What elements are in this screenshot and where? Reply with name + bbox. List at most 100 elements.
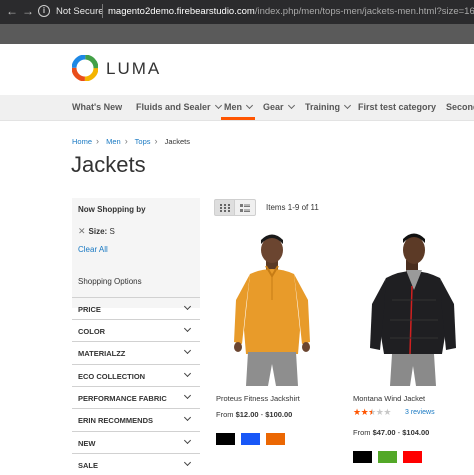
product-name[interactable]: Montana Wind Jacket: [353, 394, 425, 403]
swatch-black[interactable]: [216, 433, 235, 445]
chevron-right-icon: ›: [124, 136, 128, 146]
filter-option-label: COLOR: [78, 327, 106, 336]
now-shopping-panel: Now Shopping by ✕ Size: S Clear All Shopp…: [72, 198, 200, 308]
filter-option-label: PRICE: [78, 305, 101, 314]
product-name[interactable]: Proteus Fitness Jackshirt: [216, 394, 300, 403]
filter-eco-collection[interactable]: ECO COLLECTION: [72, 364, 200, 386]
nav-label: First test category: [358, 102, 437, 112]
nav-label: Men: [224, 102, 242, 112]
now-shopping-title: Now Shopping by: [78, 205, 146, 214]
filter-option-label: ERIN RECOMMENDS: [78, 416, 154, 425]
filter-option-label: SALE: [78, 461, 99, 470]
url-text[interactable]: magento2demo.firebearstudio.com/index.ph…: [108, 6, 474, 17]
rating-stars: ★★★★★: [353, 407, 391, 418]
chevron-down-icon: [183, 324, 192, 333]
product-price: From $47.00 - $104.00: [353, 428, 429, 437]
price-separator: -: [260, 410, 264, 419]
breadcrumb: Home › Men › Tops › Jackets: [72, 136, 194, 146]
nav-label: Training: [305, 102, 341, 112]
filter-color[interactable]: COLOR: [72, 319, 200, 341]
back-arrow-icon[interactable]: ←: [6, 4, 18, 18]
browser-toolbar-strip: [0, 24, 474, 44]
nav-item-gear[interactable]: Gear: [263, 101, 295, 112]
security-label: Not Secure: [56, 6, 104, 17]
remove-filter-icon[interactable]: ✕: [78, 226, 86, 236]
reviews-link[interactable]: 3 reviews: [405, 409, 435, 416]
clear-all-link[interactable]: Clear All: [78, 245, 108, 254]
chevron-down-icon: [183, 302, 192, 311]
star-icon: ★: [383, 407, 391, 417]
breadcrumb-men[interactable]: Men: [106, 137, 121, 146]
star-icon: ★: [353, 407, 361, 417]
list-icon: [240, 204, 250, 212]
swatch-black[interactable]: [353, 451, 372, 463]
swatch-blue[interactable]: [241, 433, 260, 445]
price-from: $47.00: [372, 428, 396, 437]
filter-value: S: [109, 227, 115, 236]
chevron-down-icon: [183, 369, 192, 378]
nav-label: Gear: [263, 102, 284, 112]
chevron-down-icon: [183, 391, 192, 400]
list-view-button[interactable]: [235, 199, 256, 216]
nav-item-fluids-and-sealer[interactable]: Fluids and Sealer: [136, 101, 222, 112]
filter-name: Size:: [88, 227, 108, 236]
chevron-down-icon: [343, 101, 352, 110]
price-to: $104.00: [402, 428, 430, 437]
price-to: $100.00: [265, 410, 293, 419]
filter-option-label: NEW: [78, 439, 96, 448]
nav-label: Second: [446, 102, 474, 112]
filter-performance-fabric[interactable]: PERFORMANCE FABRIC: [72, 386, 200, 408]
filter-option-label: PERFORMANCE FABRIC: [78, 394, 167, 403]
nav-item-whats-new[interactable]: What's New: [72, 102, 122, 112]
swatch-green[interactable]: [378, 451, 397, 463]
swatch-orange[interactable]: [266, 433, 285, 445]
url-host: magento2demo.firebearstudio.com: [108, 6, 255, 17]
filter-erin-recommends[interactable]: ERIN RECOMMENDS: [72, 408, 200, 430]
chevron-down-icon: [214, 101, 222, 110]
filter-new[interactable]: NEW: [72, 431, 200, 453]
filter-materialzz[interactable]: MATERIALZZ: [72, 341, 200, 363]
price-prefix: From: [216, 410, 234, 419]
nav-item-training[interactable]: Training: [305, 101, 352, 112]
address-divider: [102, 4, 103, 18]
price-separator: -: [397, 428, 401, 437]
filter-option-label: MATERIALZZ: [78, 349, 126, 358]
shopping-options-title: Shopping Options: [78, 277, 142, 286]
product-image[interactable]: [222, 230, 322, 388]
forward-arrow-icon[interactable]: →: [22, 4, 34, 18]
chevron-right-icon: ›: [96, 136, 100, 146]
filter-price[interactable]: PRICE: [72, 297, 200, 319]
main-nav: What's New Fluids and Sealer Men Gear Tr…: [0, 95, 474, 121]
chevron-down-icon: [183, 346, 192, 355]
luma-logo-icon[interactable]: [72, 55, 98, 81]
info-icon[interactable]: i: [38, 5, 50, 17]
nav-item-men[interactable]: Men: [221, 101, 255, 120]
grid-view-button[interactable]: [214, 199, 235, 216]
breadcrumb-tops[interactable]: Tops: [135, 137, 151, 146]
brand-name[interactable]: LUMA: [106, 59, 161, 79]
filter-option-label: ECO COLLECTION: [78, 372, 146, 381]
chevron-down-icon: [287, 101, 295, 110]
half-star-icon: ★: [368, 407, 376, 417]
price-prefix: From: [353, 428, 371, 437]
chevron-down-icon: [183, 436, 192, 445]
product-image[interactable]: [362, 230, 462, 388]
items-count: Items 1-9 of 11: [266, 203, 319, 212]
product-price: From $12.00 - $100.00: [216, 410, 292, 419]
active-filter: ✕ Size: S: [78, 226, 115, 237]
nav-item-first-test-category[interactable]: First test category: [358, 102, 436, 112]
breadcrumb-current: Jackets: [164, 137, 191, 146]
chevron-down-icon: [183, 458, 192, 467]
nav-label: Fluids and Sealer: [136, 102, 211, 112]
url-path: /index.php/men/tops-men/jackets-men.html…: [254, 6, 474, 17]
chevron-down-icon: [183, 413, 192, 422]
nav-label: What's New: [72, 102, 123, 112]
browser-address-bar: ← → i Not Secure magento2demo.firebearst…: [0, 0, 474, 24]
nav-item-second[interactable]: Second: [446, 102, 474, 112]
filter-sale[interactable]: SALE: [72, 453, 200, 475]
page-title: Jackets: [71, 152, 146, 177]
swatch-red[interactable]: [403, 451, 422, 463]
chevron-right-icon: ›: [154, 136, 158, 146]
breadcrumb-home[interactable]: Home: [72, 137, 92, 146]
grid-icon: [220, 204, 230, 212]
